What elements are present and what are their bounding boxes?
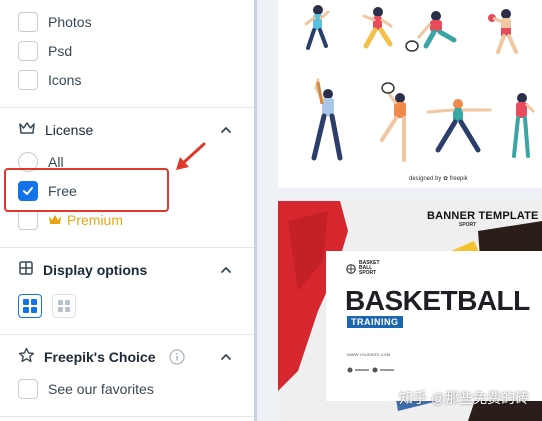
grid-small-button[interactable]: [52, 294, 76, 318]
annotation-highlight-box: [4, 168, 169, 212]
section-divider: [0, 247, 254, 248]
section-divider: [0, 416, 254, 417]
favorites-label: See our favorites: [48, 381, 154, 397]
favorites-option[interactable]: See our favorites: [18, 378, 154, 400]
banner-headline: BASKETBALL: [345, 285, 530, 316]
freepiks-choice-header[interactable]: Freepik's Choice: [18, 346, 186, 368]
photos-checkbox[interactable]: [18, 12, 38, 32]
star-icon: [18, 347, 35, 368]
social-icons: [347, 367, 394, 373]
license-header[interactable]: License: [18, 119, 93, 141]
photos-label: Photos: [48, 14, 92, 30]
annotation-arrow-icon: [176, 142, 206, 170]
license-option-premium[interactable]: Premium: [18, 209, 123, 231]
banner-url: WWW.YOURSITE.COM: [347, 352, 391, 357]
section-divider: [0, 334, 254, 335]
display-options-title: Display options: [43, 262, 148, 278]
filter-option-icons[interactable]: Icons: [18, 69, 81, 91]
premium-checkbox[interactable]: [18, 210, 38, 230]
license-title: License: [45, 122, 94, 138]
chevron-up-icon[interactable]: [218, 262, 234, 278]
chevron-up-icon[interactable]: [218, 349, 234, 365]
banner-template-subtitle: SPORT: [459, 222, 477, 228]
designed-by-credit: designed by ✿ freepik: [409, 176, 468, 182]
result-card-sports-people[interactable]: designed by ✿ freepik: [278, 0, 542, 188]
banner-template-title: BANNER TEMPLATE: [427, 210, 539, 222]
premium-label: Premium: [67, 212, 124, 228]
info-icon[interactable]: [169, 349, 186, 365]
crown-icon: [48, 214, 62, 226]
zhihu-watermark: 知乎 @那些免费的砖: [399, 390, 530, 406]
filter-sidebar: Photos Psd Icons License All Free Premiu…: [0, 0, 254, 421]
section-divider: [0, 107, 254, 108]
freepiks-choice-title: Freepik's Choice: [44, 349, 156, 365]
layout-icon: [18, 260, 34, 281]
chevron-up-icon[interactable]: [218, 122, 234, 138]
filter-option-psd[interactable]: Psd: [18, 40, 72, 62]
icons-label: Icons: [48, 72, 82, 88]
crown-outline-icon: [18, 121, 36, 140]
result-card-basketball-banner[interactable]: BANNER TEMPLATE SPORT BASKET BALL SPORT …: [278, 201, 542, 421]
grid-large-button[interactable]: [18, 294, 42, 318]
filter-option-photos[interactable]: Photos: [18, 11, 92, 33]
logo-text-sport: SPORT: [359, 270, 377, 276]
basketball-icon: [346, 263, 356, 274]
basketball-logo: BASKET BALL SPORT: [346, 261, 380, 276]
psd-checkbox[interactable]: [18, 41, 38, 61]
grid-large-icon: [23, 299, 37, 313]
icons-checkbox[interactable]: [18, 70, 38, 90]
banner-tag: TRAINING: [347, 316, 403, 328]
sports-people-illustration: [304, 5, 536, 162]
results-grid: designed by ✿ freepik BANNER TEMPLATE SP…: [257, 0, 542, 421]
favorites-checkbox[interactable]: [18, 379, 38, 399]
grid-small-icon: [58, 300, 70, 312]
psd-label: Psd: [48, 43, 73, 59]
display-options-header[interactable]: Display options: [18, 259, 147, 281]
